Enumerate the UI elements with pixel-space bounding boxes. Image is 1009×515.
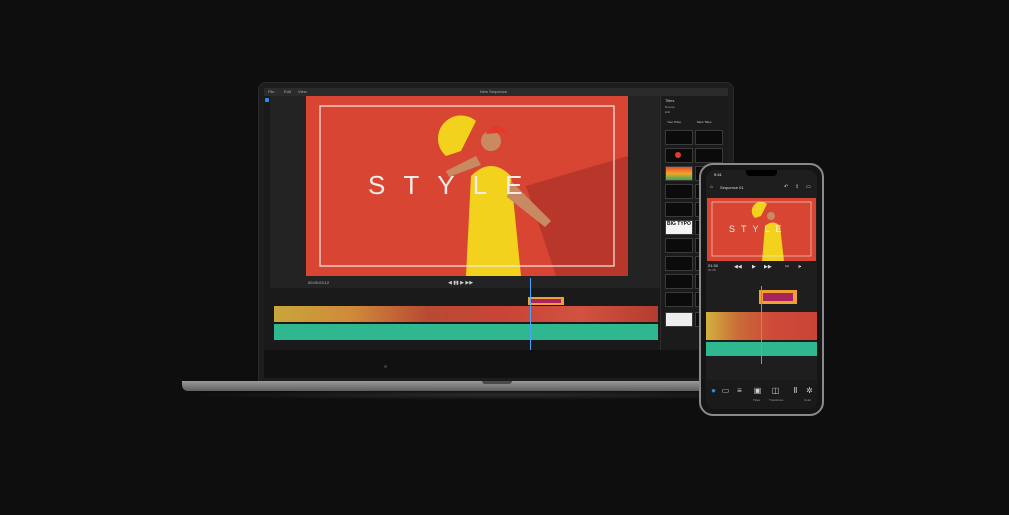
most-titles-button[interactable]: Most Titles [697, 120, 711, 124]
media-icon[interactable]: ▭ [721, 386, 730, 395]
menu-edit[interactable]: Edit [284, 89, 291, 94]
title-thumb-big-typo[interactable]: BIG TYPO [665, 220, 693, 235]
title-thumb[interactable] [665, 274, 693, 289]
transitions-icon[interactable]: ◫ [771, 386, 780, 395]
titles-panel-header: Titles [665, 98, 675, 103]
sequence-title[interactable]: Sequence 01 [720, 185, 744, 190]
desktop-playback-controls[interactable]: ◀ ▮▮ ▶ ▶▶ [448, 280, 473, 286]
phone-notch [746, 170, 777, 176]
color-icon[interactable]: ✲ [805, 386, 814, 395]
desktop-topbar: File Edit View New Sequence [264, 88, 728, 96]
laptop-camera [384, 365, 387, 368]
video-preview[interactable]: STYLE [306, 96, 628, 276]
desktop-timecode: 00:00:03:12 [308, 280, 330, 285]
skip-back-icon[interactable]: ◀◀ [734, 264, 742, 270]
sequence-icon[interactable]: Ⅱ [791, 386, 800, 395]
woman-with-fan-image: STYLE [306, 96, 628, 276]
video-title-overlay: STYLE [368, 170, 540, 200]
phone-playhead[interactable] [761, 286, 762, 364]
audio-icon[interactable]: ≡ [735, 386, 744, 395]
phone-app-screen: 9:41 ⌂ Sequence 01 ↶ ⇪ ▭ STYLE 01:30 02:… [706, 170, 817, 409]
title-thumb[interactable] [695, 148, 723, 163]
title-thumb[interactable] [665, 238, 693, 253]
toolbar-label-titles: Titles [753, 398, 761, 402]
title-thumb[interactable] [665, 292, 693, 307]
share-icon[interactable]: ⇪ [795, 184, 799, 190]
title-thumb[interactable] [665, 130, 693, 145]
plus-icon[interactable]: ● [709, 386, 718, 395]
menu-view[interactable]: View [298, 89, 307, 94]
titles-icon[interactable]: ▣ [753, 386, 762, 395]
skip-forward-icon[interactable]: ▶▶ [764, 264, 772, 270]
title-thumb[interactable] [665, 166, 693, 181]
your-titles-button[interactable]: Your Titles [667, 120, 681, 124]
toolbar-label-color: Color [804, 398, 812, 402]
scissors-icon[interactable]: ✂ [785, 264, 789, 270]
title-thumb[interactable] [665, 148, 693, 163]
play-icon[interactable]: ▶ [752, 264, 756, 270]
undo-icon[interactable]: ↶ [784, 184, 788, 190]
phone-video-preview[interactable]: STYLE [707, 198, 816, 261]
menu-file[interactable]: File [268, 89, 274, 94]
phone-status-time: 9:41 [714, 172, 722, 177]
toolbar-label-transitions: Transitions [769, 398, 784, 402]
playhead[interactable] [530, 278, 531, 350]
window-title: New Sequence [480, 89, 508, 94]
panel-label-edit[interactable]: Edit [665, 110, 670, 114]
title-thumb[interactable] [665, 256, 693, 271]
chat-icon[interactable]: ▭ [806, 184, 811, 190]
title-thumb[interactable] [665, 184, 693, 199]
title-clip[interactable] [528, 297, 564, 305]
title-thumb[interactable] [665, 312, 693, 327]
volume-icon[interactable]: 🕪 [798, 264, 801, 270]
desktop-app-window: File Edit View New Sequence STYLE 00:00:… [264, 88, 728, 350]
audio-track[interactable] [274, 324, 658, 340]
title-thumb[interactable] [665, 202, 693, 217]
phone-woman-image: STYLE [707, 198, 816, 261]
title-thumb[interactable] [695, 130, 723, 145]
home-icon[interactable]: ⌂ [710, 184, 713, 190]
phone-timecode-duration: 02:48 [708, 268, 716, 272]
panel-label-browse[interactable]: Browse [665, 105, 675, 109]
phone-video-title-overlay: STYLE [729, 224, 788, 234]
laptop-bezel [264, 350, 728, 378]
phone-toolbar: ● ▭ ≡ ▣ Titles ◫ Transitions Ⅱ ✲ Color [706, 380, 817, 409]
video-track[interactable] [274, 306, 658, 322]
home-icon[interactable] [265, 98, 269, 102]
laptop-notch [482, 381, 512, 384]
phone-title-clip[interactable] [759, 290, 797, 304]
